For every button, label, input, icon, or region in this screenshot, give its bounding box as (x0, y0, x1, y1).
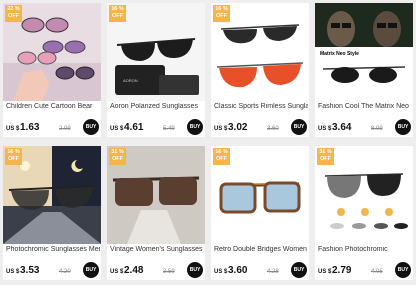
product-card[interactable]: 16 %OFF Classic Sports Rimless Sunglasse… (211, 3, 309, 137)
product-image[interactable]: AORON 16 % OFF (107, 3, 205, 101)
product-card[interactable]: Matrix Neo Style Fashion Cool The Matrix… (315, 3, 413, 137)
product-card[interactable]: 31 % OFF Fashion Photochromic US $ 2.79 4… (315, 146, 413, 280)
buy-button[interactable]: BUY (187, 119, 203, 135)
product-card[interactable]: 16 % OFF Retro Double Bridges Women US $ … (211, 146, 309, 280)
original-price: 3.60 (267, 126, 279, 132)
product-title[interactable]: Vintage Women's Sunglasses (110, 246, 204, 253)
buy-button[interactable]: BUY (395, 262, 411, 278)
product-title[interactable]: Fashion Cool The Matrix Neo (318, 103, 412, 110)
price-row: US $ 1.63 2.09 BUY (6, 119, 100, 135)
sale-price: 3.60 (228, 265, 248, 276)
sale-price: 4.61 (124, 122, 144, 133)
buy-button[interactable]: BUY (395, 119, 411, 135)
currency-label: US $ (318, 126, 332, 132)
discount-badge: 16 % OFF (109, 5, 126, 22)
product-title[interactable]: Aoron Polarized Sunglasses (110, 103, 204, 110)
buy-button[interactable]: BUY (83, 119, 99, 135)
product-card[interactable]: 16 % OFF Photochromic Sunglasses Men US $… (3, 146, 101, 280)
product-grid: 22 % OFF Children Cute Cartoon Bear US $ … (0, 0, 416, 285)
currency-label: US $ (318, 269, 332, 275)
buy-button[interactable]: BUY (291, 262, 307, 278)
original-price: 2.09 (59, 126, 71, 132)
product-image[interactable]: 16 % OFF (211, 3, 309, 101)
product-image[interactable]: 22 % OFF (3, 3, 101, 101)
original-price: 4.20 (59, 269, 71, 275)
price-row: US $ 3.02 3.60 BUY (214, 119, 308, 135)
currency-label: US $ (110, 126, 124, 132)
sale-price: 3.02 (228, 122, 248, 133)
svg-text:AORON: AORON (123, 78, 138, 83)
currency-label: US $ (214, 126, 228, 132)
discount-badge: 31 % OFF (109, 148, 126, 165)
product-title[interactable]: Retro Double Bridges Women (214, 246, 308, 253)
image-caption: Matrix Neo Style (320, 51, 359, 57)
product-image[interactable]: Matrix Neo Style (315, 3, 413, 101)
sale-price: 3.64 (332, 122, 352, 133)
product-card[interactable]: 31 % OFF Vintage Women's Sunglasses US $ … (107, 146, 205, 280)
original-price: 5.49 (163, 126, 175, 132)
original-price: 3.59 (163, 269, 175, 275)
product-card[interactable]: AORON 16 % OFF Aoron Polarized Sunglasses… (107, 3, 205, 137)
currency-label: US $ (6, 126, 20, 132)
buy-button[interactable]: BUY (187, 262, 203, 278)
discount-badge: 22 % OFF (5, 5, 22, 22)
sale-price: 3.53 (20, 265, 40, 276)
sale-price: 2.79 (332, 265, 352, 276)
price-row: US $ 3.53 4.20 BUY (6, 262, 100, 278)
price-row: US $ 2.79 4.05 BUY (318, 262, 412, 278)
original-price: 8.09 (371, 126, 383, 132)
discount-badge: 16 % OFF (5, 148, 22, 165)
product-image[interactable]: 16 % OFF (3, 146, 101, 244)
product-card[interactable]: 22 % OFF Children Cute Cartoon Bear US $ … (3, 3, 101, 137)
price-row: US $ 2.48 3.59 BUY (110, 262, 204, 278)
product-image[interactable]: 31 % OFF (107, 146, 205, 244)
product-title[interactable]: Children Cute Cartoon Bear (6, 103, 100, 110)
product-image[interactable]: 16 % OFF (211, 146, 309, 244)
buy-button[interactable]: BUY (83, 262, 99, 278)
currency-label: US $ (110, 269, 124, 275)
original-price: 4.28 (267, 269, 279, 275)
discount-badge: 16 % OFF (213, 5, 230, 22)
original-price: 4.05 (371, 269, 383, 275)
discount-badge: 31 % OFF (317, 148, 334, 165)
buy-button[interactable]: BUY (291, 119, 307, 135)
discount-badge: 16 % OFF (213, 148, 230, 165)
price-row: US $ 4.61 5.49 BUY (110, 119, 204, 135)
currency-label: US $ (6, 269, 20, 275)
product-title[interactable]: Photochromic Sunglasses Men (6, 246, 100, 253)
product-image[interactable]: 31 % OFF (315, 146, 413, 244)
sale-price: 1.63 (20, 122, 40, 133)
product-title[interactable]: Classic Sports Rimless Sunglasses (214, 103, 308, 110)
currency-label: US $ (214, 269, 228, 275)
sale-price: 2.48 (124, 265, 144, 276)
price-row: US $ 3.64 8.09 BUY (318, 119, 412, 135)
product-title[interactable]: Fashion Photochromic (318, 246, 412, 253)
price-row: US $ 3.60 4.28 BUY (214, 262, 308, 278)
